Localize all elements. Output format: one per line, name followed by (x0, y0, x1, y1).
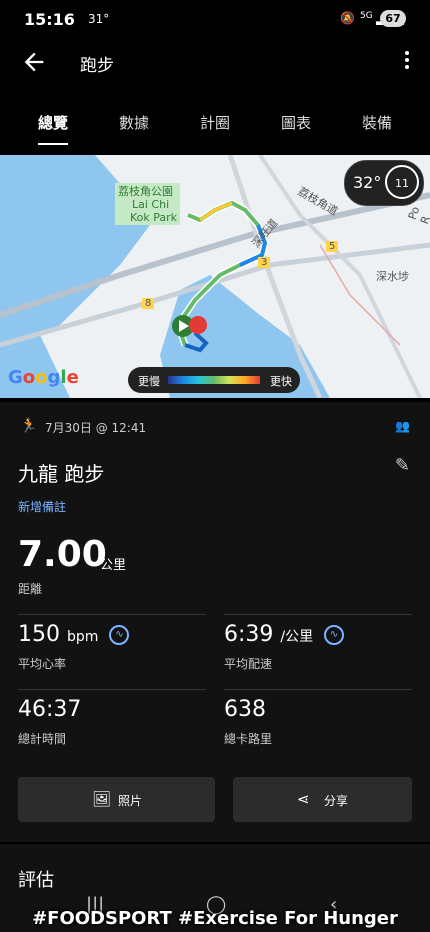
tab-data[interactable]: 數據 (94, 112, 174, 133)
tab-overview[interactable]: 總覽 (13, 112, 93, 133)
compass-icon: 11 (385, 165, 419, 199)
map-label-park-en-2: Kok Park (130, 211, 178, 224)
more-options-icon[interactable] (402, 48, 412, 76)
tab-bar: 總覽 數據 計圈 圖表 裝備 (0, 98, 430, 148)
distance-value: 7.00 (18, 534, 107, 575)
google-logo: Google (8, 367, 79, 388)
route-badge-5: 5 (326, 241, 339, 252)
status-temperature: 31° (88, 12, 110, 26)
app-bar: 跑步 (0, 38, 430, 86)
legend-slow: 更慢 (138, 375, 160, 388)
workout-date: 7月30日 @ 12:41 (45, 421, 147, 435)
heart-rate-label: 平均心率 (18, 657, 67, 671)
heart-rate-chart-icon[interactable]: ∿ (109, 625, 130, 645)
distance-label: 距離 (18, 582, 43, 596)
add-photo-icon: 🖼 (92, 790, 112, 808)
people-icon[interactable]: 👥 (395, 419, 410, 433)
distance-unit: 公里 (100, 558, 127, 573)
pace-chart-icon[interactable]: ∿ (324, 625, 345, 645)
active-tab-indicator (38, 143, 68, 145)
tab-laps[interactable]: 計圈 (175, 112, 255, 133)
duration-value: 46:37 (18, 697, 82, 722)
heart-rate-unit: bpm (67, 629, 99, 645)
battery-indicator: 67 (380, 10, 406, 27)
pace-value: 6:39 (224, 622, 274, 647)
pace-color-bar (168, 376, 260, 384)
calories-value: 638 (224, 697, 266, 722)
divider (224, 689, 412, 690)
photos-button[interactable]: 🖼 照片 (18, 777, 215, 822)
pace-label: 平均配速 (224, 657, 273, 671)
divider (18, 689, 206, 690)
mute-icon: 🔕 (340, 11, 355, 25)
heart-rate-value: 150 (18, 622, 60, 647)
assessment-title: 評估 (18, 870, 54, 891)
network-label: 5G (360, 11, 373, 21)
map-label-district: 深水埗 (376, 270, 409, 283)
map-label-park: 荔枝角公園 (118, 185, 173, 198)
status-time: 15:16 (24, 10, 75, 29)
add-note-link[interactable]: 新增備註 (18, 498, 66, 515)
divider (224, 614, 412, 615)
edit-icon[interactable]: ✎ (395, 455, 410, 476)
photos-button-label: 照片 (118, 794, 143, 808)
weather-temperature: 32° (353, 173, 382, 192)
route-badge-3: 3 (258, 257, 271, 268)
heart-rate-stat: 150 bpm ∿ (18, 622, 130, 647)
weather-compass: 32° 11 (344, 160, 424, 206)
pace-stat: 6:39 /公里 ∿ (224, 622, 345, 647)
tab-gear[interactable]: 裝備 (337, 112, 417, 133)
map-label-park-en-1: Lai Chi (132, 198, 170, 211)
page-title: 跑步 (80, 56, 114, 76)
watermark-caption: #FOODSPORT #Exercise For Hunger (32, 908, 398, 929)
divider (18, 614, 206, 615)
share-icon: ⋖ (297, 790, 310, 808)
workout-title: 九龍 跑步 (18, 462, 105, 486)
end-marker (189, 316, 207, 334)
running-icon: 🏃 (20, 418, 38, 434)
duration-label: 總計時間 (18, 732, 67, 746)
status-bar: 15:16 31° 🔕 5G ▂▄▆ 67 (0, 0, 430, 38)
route-badge-8: 8 (142, 298, 155, 309)
tab-charts[interactable]: 圖表 (256, 112, 336, 133)
share-button-label: 分享 (324, 794, 349, 808)
pace-legend: 更慢 更快 (128, 367, 300, 393)
calories-label: 總卡路里 (224, 732, 273, 746)
pace-unit: /公里 (280, 629, 314, 645)
back-arrow-icon[interactable] (20, 48, 48, 76)
share-button[interactable]: ⋖ 分享 (233, 777, 412, 822)
legend-fast: 更快 (270, 375, 292, 388)
